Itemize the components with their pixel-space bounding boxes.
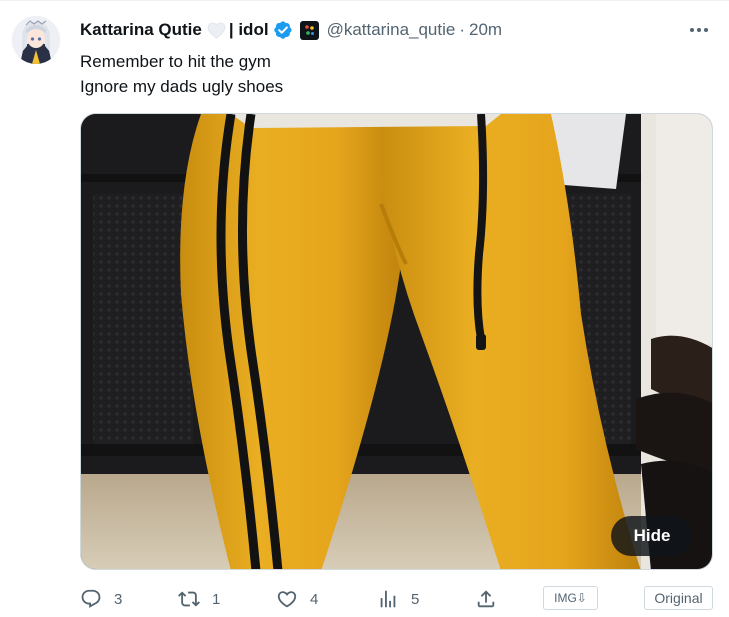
retweet-button[interactable]: 1 <box>178 585 220 613</box>
tweet-text: Remember to hit the gym Ignore my dads u… <box>80 49 283 99</box>
share-button[interactable] <box>475 585 497 613</box>
tweet-card[interactable]: Kattarina Qutie | idol @kattarina_qutie … <box>0 0 729 617</box>
action-bar: 3 1 4 5 IMG⇩ Original <box>80 585 713 613</box>
avatar-icon <box>12 16 60 64</box>
reply-button[interactable]: 3 <box>80 585 122 613</box>
white-heart-icon <box>207 21 226 39</box>
tweet-text-line-2: Ignore my dads ugly shoes <box>80 77 284 96</box>
retweet-count: 1 <box>212 590 221 608</box>
display-name[interactable]: Kattarina Qutie <box>80 20 202 40</box>
tweet-text-line-1: Remember to hit the gym <box>80 52 271 71</box>
avatar[interactable] <box>12 16 60 64</box>
like-count: 4 <box>310 590 319 608</box>
tweet-header: Kattarina Qutie | idol @kattarina_qutie … <box>80 18 502 42</box>
views-icon <box>380 590 396 608</box>
retweet-icon <box>178 591 200 607</box>
affiliate-logo-icon[interactable] <box>299 20 319 40</box>
views-count: 5 <box>411 590 420 608</box>
media-photo[interactable]: Hide <box>80 113 713 570</box>
photo-image <box>81 114 712 569</box>
handle[interactable]: @kattarina_qutie <box>327 20 456 40</box>
original-button[interactable]: Original <box>644 586 713 610</box>
views-button[interactable]: 5 <box>377 585 419 613</box>
name-suffix: | idol <box>228 20 269 39</box>
img-download-button[interactable]: IMG⇩ <box>543 586 598 610</box>
like-button[interactable]: 4 <box>276 585 318 613</box>
hide-button[interactable]: Hide <box>611 516 693 556</box>
like-icon <box>277 591 297 608</box>
separator-dot: · <box>459 20 466 39</box>
more-button[interactable] <box>687 20 711 40</box>
timestamp[interactable]: 20m <box>469 20 502 40</box>
reply-count: 3 <box>114 590 123 608</box>
reply-icon <box>81 589 101 608</box>
verified-badge-icon[interactable] <box>273 20 293 40</box>
more-icon <box>690 28 708 32</box>
share-icon <box>477 590 495 608</box>
